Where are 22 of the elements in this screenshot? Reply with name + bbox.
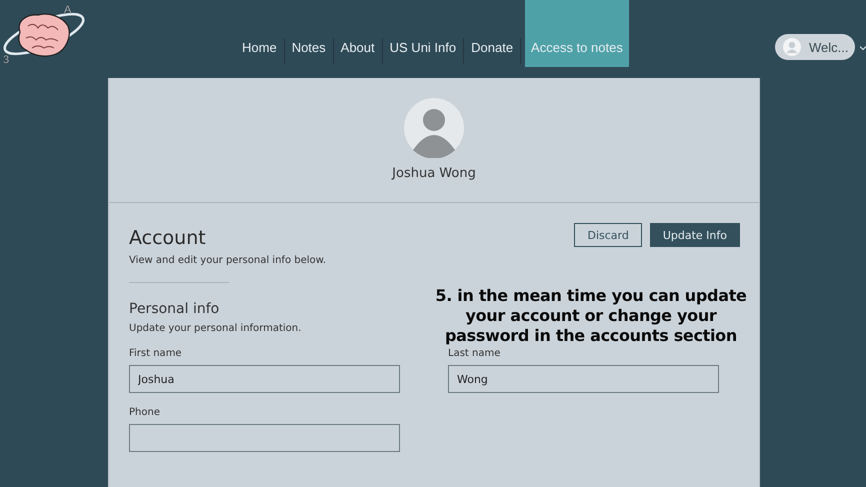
chevron-icon[interactable] (860, 45, 866, 51)
section-subtitle: View and edit your personal info below. (129, 255, 326, 266)
input-field[interactable] (129, 424, 400, 452)
input-field[interactable]: Wong (448, 365, 719, 393)
section-title: Account (129, 227, 206, 249)
field-label: Last name (448, 348, 502, 359)
field-label: Phone (129, 407, 161, 418)
section-subtitle: Update your personal information. (129, 323, 302, 334)
caption-text: 5. in the mean time you can update your account or change your password in the accounts section (434, 286, 748, 346)
field-label: First name (129, 348, 183, 359)
discard-button[interactable]: Discard (574, 223, 642, 247)
avatar-icon (783, 38, 801, 56)
profile-name: Joshua Wong (392, 166, 476, 181)
nav-link[interactable]: About (334, 0, 382, 67)
user-menu-button[interactable]: Welc... (775, 34, 855, 60)
update-button[interactable]: Update Info (650, 223, 740, 247)
profile-avatar-icon (404, 98, 464, 158)
section-title: Personal info (129, 301, 220, 317)
nav-link[interactable]: Home (235, 0, 284, 67)
nav-link[interactable]: Notes (284, 0, 333, 67)
nav-link[interactable]: Donate (464, 0, 520, 67)
nav-link[interactable]: US Uni Info (382, 0, 464, 67)
